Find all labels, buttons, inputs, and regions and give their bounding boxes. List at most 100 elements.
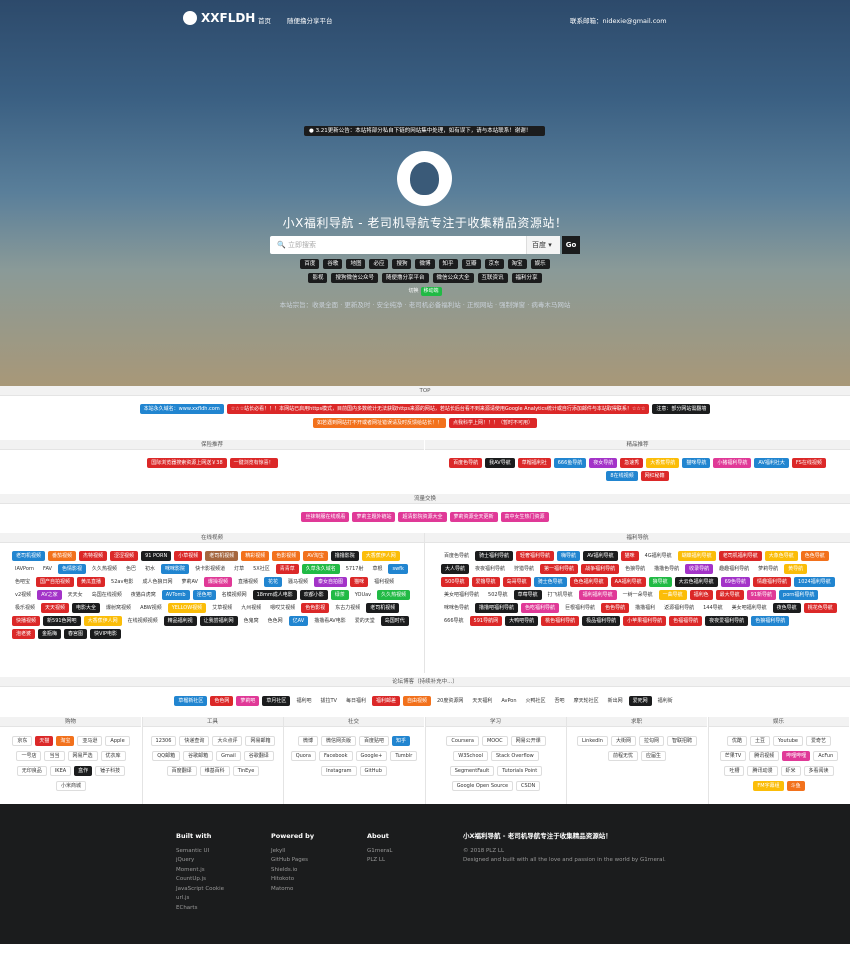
video-site-link[interactable]: 萝莉AV xyxy=(178,577,201,587)
video-site-link[interactable]: 爱的天堂 xyxy=(352,616,378,626)
fuli-site-link[interactable]: 桃色福利导航 xyxy=(541,616,580,626)
quick-link[interactable]: 必应 xyxy=(369,259,389,269)
category-link[interactable]: 当当 xyxy=(44,751,65,761)
fuli-site-link[interactable]: 色色福利导航 xyxy=(569,577,608,587)
fuli-site-link[interactable]: 144导航 xyxy=(700,603,726,613)
forum-link[interactable]: 爱死网 xyxy=(628,696,652,706)
quick-link[interactable]: 搜狗 xyxy=(392,259,412,269)
rec-link[interactable]: 666鱼导航 xyxy=(553,458,587,468)
video-site-link[interactable]: 名模视频网 xyxy=(219,590,250,600)
video-site-link[interactable]: 艾草视频 xyxy=(209,603,235,613)
fuli-site-link[interactable]: 色吃福利导航 xyxy=(521,603,560,613)
category-link[interactable]: Quora xyxy=(290,751,316,761)
category-link[interactable]: 锤子科技 xyxy=(95,766,126,776)
video-site-link[interactable]: YOUav xyxy=(352,590,374,600)
category-link[interactable]: Tumblr xyxy=(390,751,418,761)
video-site-link[interactable]: AV之家 xyxy=(37,590,62,600)
quick-link[interactable]: 百度 xyxy=(300,259,320,269)
video-site-link[interactable]: 天天女 xyxy=(65,590,86,600)
fuli-site-link[interactable]: 大鸭吧导航 xyxy=(505,616,539,626)
friend-link[interactable]: 萝莉资源全天更新 xyxy=(449,512,498,522)
footer-link[interactable]: G1rnerаL xyxy=(367,847,393,857)
fuli-site-link[interactable]: 猫咪 xyxy=(620,551,639,561)
video-site-link[interactable]: 黄瓜直播 xyxy=(77,577,106,587)
fuli-site-link[interactable]: 大人导航 xyxy=(441,564,470,574)
video-site-link[interactable]: 52av电影 xyxy=(108,577,136,587)
video-site-link[interactable]: 猫咪 xyxy=(350,577,369,587)
rec-link[interactable]: 网红秘籍 xyxy=(640,471,669,481)
video-site-link[interactable]: 淫色吧 xyxy=(192,590,216,600)
video-site-link[interactable]: 撸撸看AV电影 xyxy=(311,616,349,626)
banner-link[interactable]: 注意：部分网站需翻墙 xyxy=(652,404,711,414)
quick-link[interactable]: 微信公众大全 xyxy=(432,273,474,283)
category-link[interactable]: 一号店 xyxy=(16,751,42,761)
category-link[interactable]: IKEA xyxy=(49,766,72,776)
fuli-site-link[interactable]: 萝莉导航 xyxy=(755,564,781,574)
category-link[interactable]: 大街网 xyxy=(610,736,636,746)
fuli-site-link[interactable]: 大云色福利导航 xyxy=(674,577,718,587)
fuli-site-link[interactable]: 小苹果福利导航 xyxy=(623,616,667,626)
fuli-site-link[interactable]: 夜夜福利导航 xyxy=(472,564,508,574)
fuli-site-link[interactable]: 狼导航 xyxy=(648,577,672,587)
video-site-link[interactable]: 杰特视频 xyxy=(79,551,108,561)
category-link[interactable]: Coursera xyxy=(446,736,479,746)
forum-link[interactable]: AvPon xyxy=(498,696,519,706)
category-link[interactable]: MOOC xyxy=(481,736,508,746)
fuli-site-link[interactable]: 591导航网 xyxy=(469,616,503,626)
video-site-link[interactable]: v2视频 xyxy=(12,590,34,600)
fuli-site-link[interactable]: 1024福利导航 xyxy=(794,577,835,587)
category-link[interactable]: Apple xyxy=(105,736,130,746)
video-site-link[interactable]: 嗯哎艾视频 xyxy=(267,603,298,613)
video-site-link[interactable]: 老司机视频 xyxy=(205,551,239,561)
video-site-link[interactable]: 初水 xyxy=(142,564,158,574)
quick-link[interactable]: 影视 xyxy=(308,273,328,283)
category-link[interactable]: Youtube xyxy=(773,736,803,746)
fuli-site-link[interactable]: 返源福利导航 xyxy=(661,603,697,613)
video-site-link[interactable]: 绿茶 xyxy=(330,590,349,600)
video-site-link[interactable]: 灯草 xyxy=(231,564,247,574)
category-link[interactable]: SegmentFault xyxy=(449,766,495,776)
fuli-site-link[interactable]: 最大导航 xyxy=(715,590,744,600)
fuli-site-link[interactable]: 巨根福利导航 xyxy=(562,603,598,613)
quick-link[interactable]: 随便撸分享平台 xyxy=(381,273,429,283)
category-link[interactable]: 优酷 xyxy=(726,736,747,746)
video-site-link[interactable]: IAVPorn xyxy=(12,564,37,574)
fuli-site-link[interactable]: 91新导航 xyxy=(746,590,777,600)
category-link[interactable]: 无印良品 xyxy=(16,766,47,776)
video-site-link[interactable]: 骚马视频 xyxy=(285,577,311,587)
fuli-site-link[interactable]: 一树一朵导航 xyxy=(620,590,656,600)
quick-link[interactable]: 娱乐 xyxy=(530,259,550,269)
fuli-site-link[interactable]: porn福利导航 xyxy=(779,590,819,600)
quick-link[interactable]: 京东 xyxy=(484,259,504,269)
category-link[interactable]: Google+ xyxy=(355,751,388,761)
video-site-link[interactable]: 咪咪影院 xyxy=(161,564,190,574)
category-link[interactable]: 优衣库 xyxy=(100,751,126,761)
fuli-site-link[interactable]: 岛哥导航 xyxy=(502,577,531,587)
banner-link[interactable]: 如若遇到网站打不开或者网址错误请及时反馈给站长！！ xyxy=(312,418,446,428)
video-site-link[interactable]: 草根 xyxy=(369,564,385,574)
fuli-site-link[interactable]: 美女吧福利导航 xyxy=(729,603,770,613)
category-link[interactable]: 淘宝 xyxy=(56,736,75,746)
fuli-site-link[interactable]: 69色导航 xyxy=(720,577,750,587)
category-link[interactable]: Stack Overflow xyxy=(490,751,539,761)
fuli-site-link[interactable]: 趣趣福利导航 xyxy=(716,564,752,574)
footer-link[interactable]: ECharts xyxy=(176,904,224,914)
fuli-site-link[interactable]: 夜夜爱福利导航 xyxy=(705,616,749,626)
forum-link[interactable]: 福利吧 xyxy=(293,696,314,706)
fuli-site-link[interactable]: 嗨导航 xyxy=(557,551,581,561)
fuli-site-link[interactable]: 撸撸色导航 xyxy=(651,564,682,574)
category-link[interactable]: 拉勾网 xyxy=(638,736,664,746)
video-site-link[interactable]: 爆操视频 xyxy=(203,577,232,587)
category-link[interactable]: LinkedIn xyxy=(576,736,608,746)
fuli-site-link[interactable]: 撸撸福利 xyxy=(632,603,658,613)
fuli-site-link[interactable]: 百度色导航 xyxy=(441,551,472,561)
banner-link[interactable]: ☆☆☆站长必看！！！本网站已启用https模式，目前国内多数统计无法获取http… xyxy=(226,404,650,414)
video-site-link[interactable]: AV淘宝 xyxy=(303,551,328,561)
rec-link[interactable]: 小猪福利导航 xyxy=(713,458,752,468)
category-link[interactable]: 多看阅读 xyxy=(803,766,834,776)
forum-link[interactable]: 萝莉吧 xyxy=(236,696,260,706)
video-site-link[interactable]: 色色影视 xyxy=(301,603,330,613)
video-site-link[interactable]: 18mm成人电影 xyxy=(252,590,297,600)
rec-link[interactable]: 8在线视频 xyxy=(606,471,638,481)
footer-link[interactable]: Shields.io xyxy=(271,866,314,876)
